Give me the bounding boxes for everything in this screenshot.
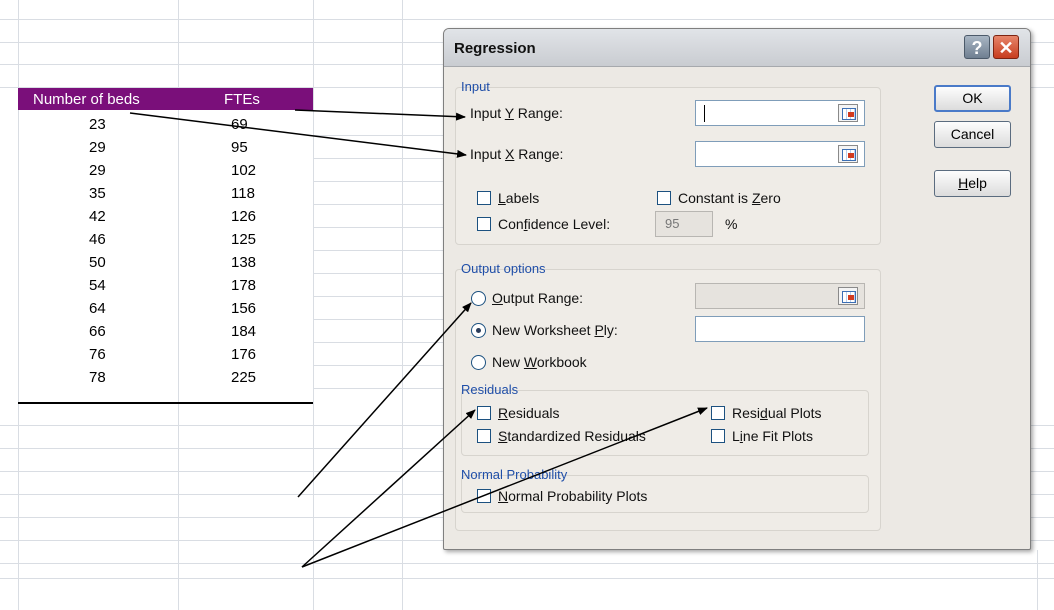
arrow-beds-to-x-range (129, 112, 467, 158)
arrow-ftes-to-y-range (294, 109, 466, 121)
annotation-arrows (129, 109, 708, 568)
arrow-to-output-range (297, 302, 472, 498)
arrow-to-residual-plots (301, 407, 708, 568)
arrow-to-residuals (301, 409, 476, 568)
